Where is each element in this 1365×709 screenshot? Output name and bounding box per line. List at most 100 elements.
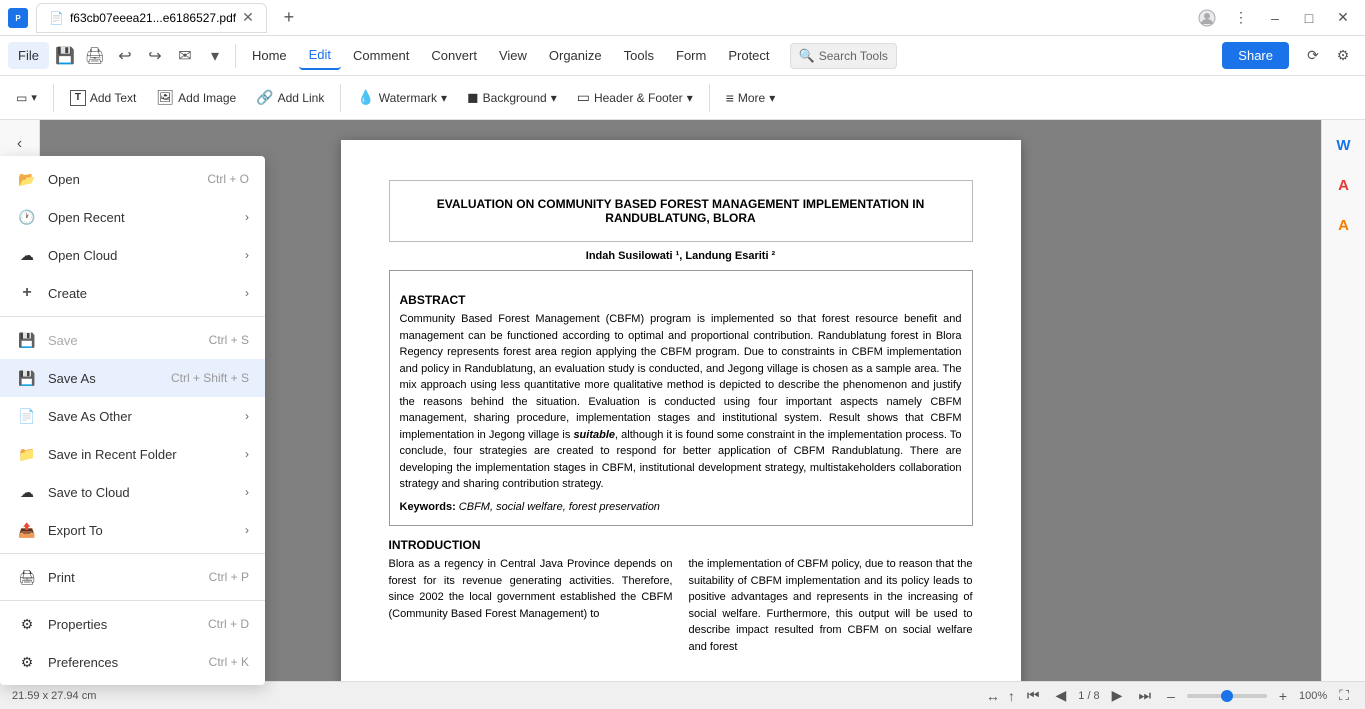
menu-protect[interactable]: Protect	[718, 42, 779, 69]
menu-comment[interactable]: Comment	[343, 42, 419, 69]
dimensions-label: 21.59 x 27.94 cm	[12, 690, 96, 702]
menu-save-as[interactable]: 💾 Save As Ctrl + Shift + S	[0, 359, 265, 397]
preferences-label: Preferences	[48, 655, 201, 670]
add-text-icon: T	[70, 90, 86, 106]
open-icon: 📂	[16, 168, 38, 190]
background-arrow: ▾	[551, 91, 557, 105]
save-as-icon: 💾	[16, 367, 38, 389]
menu-home[interactable]: Home	[242, 42, 297, 69]
save-icon: 💾	[16, 329, 38, 351]
menu-tools[interactable]: Tools	[614, 42, 664, 69]
menu-open-cloud[interactable]: ☁ Open Cloud ›	[0, 236, 265, 274]
background-icon: ◼	[467, 89, 479, 106]
menu-view[interactable]: View	[489, 42, 537, 69]
next-page-button[interactable]: ▶	[1108, 685, 1127, 706]
file-menu-button[interactable]: File	[8, 42, 49, 69]
print-icon: 🖨	[16, 566, 38, 588]
title-bar: P 📄 f63cb07eeea21...e6186527.pdf ✕ + ⋮ –…	[0, 0, 1365, 36]
header-footer-button[interactable]: ▭ Header & Footer ▾	[569, 84, 701, 111]
toolbar-dropdown-icon[interactable]: ▾	[201, 42, 229, 70]
menu-organize[interactable]: Organize	[539, 42, 612, 69]
abstract-box: ABSTRACT Community Based Forest Manageme…	[389, 270, 973, 526]
toolbar-sep-2	[709, 84, 710, 112]
main-area: 📂 Open Ctrl + O 🕐 Open Recent › ☁ Open C…	[0, 120, 1365, 709]
open-label: Open	[48, 172, 199, 187]
add-link-button[interactable]: 🔗 Add Link	[248, 84, 332, 111]
add-link-icon: 🔗	[256, 89, 273, 106]
prev-page-button[interactable]: ◀	[1051, 685, 1070, 706]
title-bar-right: ⋮ – □ ✕	[1193, 4, 1357, 32]
print-shortcut: Ctrl + P	[209, 570, 249, 584]
save-as-other-label: Save As Other	[48, 409, 237, 424]
more-label: More	[738, 91, 765, 105]
print-label: Print	[48, 570, 201, 585]
toolbar-print-icon[interactable]: 🖨	[81, 42, 109, 70]
close-window-button[interactable]: ✕	[1329, 4, 1357, 32]
menu-print[interactable]: 🖨 Print Ctrl + P	[0, 558, 265, 596]
share-button[interactable]: Share	[1222, 42, 1289, 69]
menu-save[interactable]: 💾 Save Ctrl + S	[0, 321, 265, 359]
profile-icon[interactable]	[1193, 4, 1221, 32]
menu-form[interactable]: Form	[666, 42, 716, 69]
menu-preferences[interactable]: ⚙ Preferences Ctrl + K	[0, 643, 265, 681]
zoom-slider[interactable]	[1187, 694, 1267, 698]
toolbar-undo-icon[interactable]: ↩	[111, 42, 139, 70]
first-page-button[interactable]: ⏮	[1023, 685, 1044, 706]
background-label: Background	[483, 91, 547, 105]
toolbar-view-dropdown[interactable]: ▭ ▾	[8, 86, 45, 110]
sync-icon[interactable]: ⟳	[1299, 42, 1327, 70]
more-button[interactable]: ≡ More ▾	[718, 85, 784, 111]
add-text-button[interactable]: T Add Text	[62, 85, 144, 111]
toolbar-save-icon[interactable]: 💾	[51, 42, 79, 70]
watermark-arrow: ▾	[441, 91, 447, 105]
fullscreen-button[interactable]: ⛶	[1335, 685, 1353, 706]
menu-edit[interactable]: Edit	[299, 41, 341, 70]
settings-icon[interactable]: ⚙	[1329, 42, 1357, 70]
export-label: Export To	[48, 523, 237, 538]
right-word2-icon[interactable]: A	[1327, 208, 1361, 242]
create-label: Create	[48, 286, 237, 301]
preferences-shortcut: Ctrl + K	[209, 655, 249, 669]
app-icon: P	[8, 8, 28, 28]
add-tab-button[interactable]: +	[275, 4, 303, 32]
menu-divider-2	[0, 553, 265, 554]
save-as-label: Save As	[48, 371, 163, 386]
search-tools-label: Search Tools	[819, 49, 888, 63]
menu-save-recent-folder[interactable]: 📁 Save in Recent Folder ›	[0, 435, 265, 473]
toolbar-sep-1	[340, 84, 341, 112]
add-image-button[interactable]: 🖼 Add Image	[148, 84, 244, 111]
zoom-in-button[interactable]: +	[1275, 686, 1291, 706]
save-cloud-icon: ☁	[16, 481, 38, 503]
intro-col-1: Blora as a regency in Central Java Provi…	[389, 556, 673, 655]
minimize-button[interactable]: –	[1261, 4, 1289, 32]
menu-export-to[interactable]: 📤 Export To ›	[0, 511, 265, 549]
menu-save-cloud[interactable]: ☁ Save to Cloud ›	[0, 473, 265, 511]
menu-properties[interactable]: ⚙ Properties Ctrl + D	[0, 605, 265, 643]
zoom-out-button[interactable]: –	[1163, 686, 1179, 706]
search-tools-box[interactable]: 🔍 Search Tools	[790, 43, 897, 69]
more-options-icon[interactable]: ⋮	[1227, 4, 1255, 32]
menu-open-recent[interactable]: 🕐 Open Recent ›	[0, 198, 265, 236]
header-footer-arrow: ▾	[687, 91, 693, 105]
menu-open[interactable]: 📂 Open Ctrl + O	[0, 160, 265, 198]
watermark-label: Watermark	[379, 91, 437, 105]
keywords-label: Keywords:	[400, 501, 459, 513]
menu-create[interactable]: + Create ›	[0, 274, 265, 312]
pdf-page: EVALUATION ON COMMUNITY BASED FOREST MAN…	[341, 140, 1021, 700]
menu-convert[interactable]: Convert	[421, 42, 487, 69]
last-page-button[interactable]: ⏭	[1134, 685, 1155, 706]
right-panel: W A A	[1321, 120, 1365, 709]
toolbar-email-icon[interactable]: ✉	[171, 42, 199, 70]
active-tab[interactable]: 📄 f63cb07eeea21...e6186527.pdf ✕	[36, 3, 267, 33]
maximize-button[interactable]: □	[1295, 4, 1323, 32]
pdf-title-box: EVALUATION ON COMMUNITY BASED FOREST MAN…	[389, 180, 973, 242]
right-word-icon[interactable]: W	[1327, 128, 1361, 162]
toolbar-redo-icon[interactable]: ↪	[141, 42, 169, 70]
page-info: 1 / 8	[1078, 690, 1099, 702]
tab-close-button[interactable]: ✕	[242, 9, 254, 26]
menu-save-as-other[interactable]: 📄 Save As Other ›	[0, 397, 265, 435]
watermark-button[interactable]: 💧 Watermark ▾	[349, 84, 455, 111]
background-button[interactable]: ◼ Background ▾	[459, 84, 565, 111]
right-ai-icon[interactable]: A	[1327, 168, 1361, 202]
save-as-other-arrow: ›	[245, 409, 249, 423]
